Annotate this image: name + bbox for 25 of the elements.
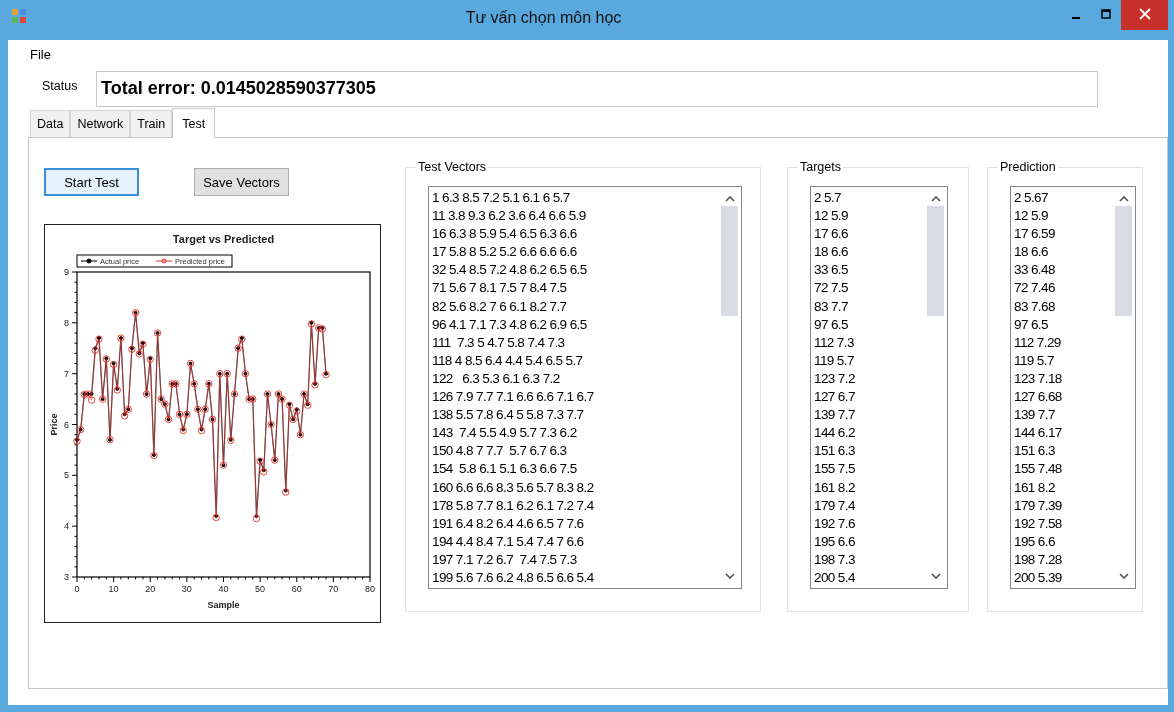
status-field: Total error: 0.0145028590377305 (96, 71, 1098, 107)
y-tick-label: 7 (63, 368, 69, 379)
group-title: Targets (799, 160, 842, 174)
y-tick-label: 8 (63, 317, 69, 328)
x-tick-label: 40 (218, 584, 229, 594)
y-tick-label: 4 (63, 521, 69, 532)
chart-title: Target vs Predicted (172, 233, 275, 245)
x-tick-label: 80 (364, 584, 376, 594)
group-title: Test Vectors (417, 160, 488, 174)
x-tick-label: 60 (291, 584, 302, 594)
x-tick-label: 20 (145, 584, 156, 594)
y-tick-label: 6 (63, 419, 69, 430)
x-tick-label: 30 (181, 584, 192, 594)
group-title: Prediction (999, 160, 1057, 174)
status-label: Status (41, 79, 79, 93)
x-tick-label: 10 (108, 584, 119, 594)
window-title: Tư vấn chọn môn học (464, 9, 623, 27)
y-axis-label: Price (49, 413, 59, 436)
x-tick-label: 50 (255, 584, 266, 594)
y-tick-label: 3 (63, 572, 69, 582)
y-tick-label: 5 (63, 470, 69, 481)
x-axis-label: Sample (207, 600, 240, 610)
x-tick-label: 0 (74, 584, 80, 594)
y-tick-label: 9 (63, 267, 69, 277)
x-tick-label: 70 (328, 584, 339, 594)
